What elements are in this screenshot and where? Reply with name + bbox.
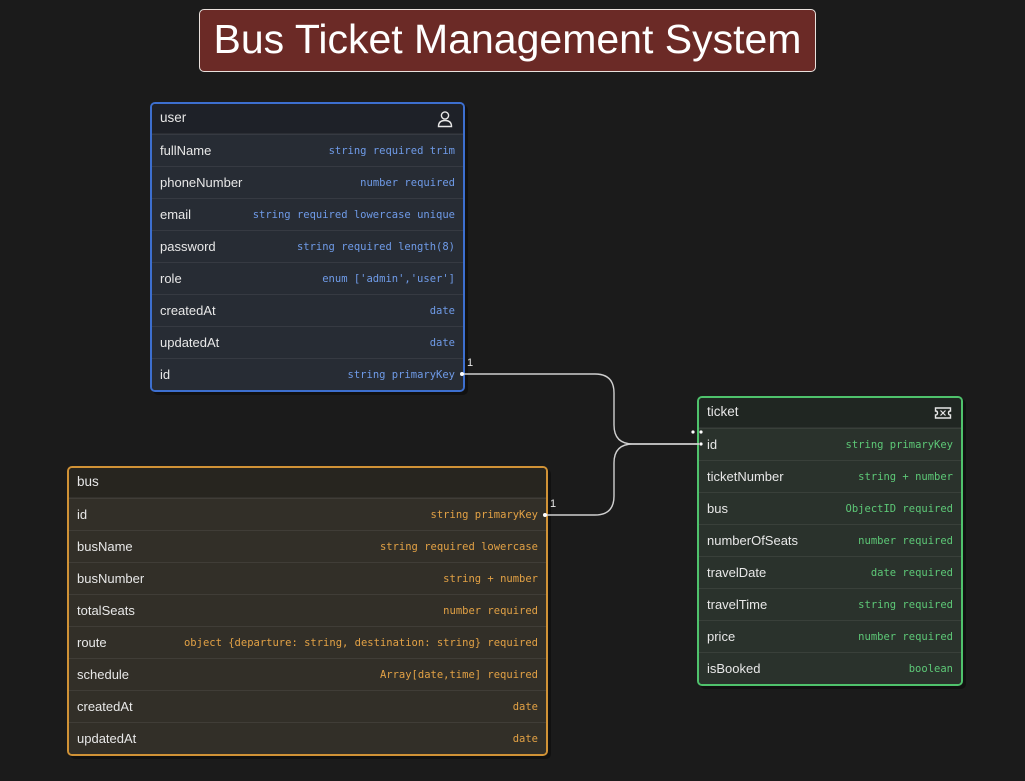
user-field-type: string required trim	[328, 144, 455, 157]
entity-user-header[interactable]: user	[152, 104, 463, 134]
relation-user-cardinality: 1	[467, 357, 474, 369]
bus-field-name: busNumber	[77, 571, 145, 586]
ticket-field-name: id	[707, 437, 718, 452]
user-field-type: enum ['admin','user']	[322, 272, 455, 285]
bus-field-type: object {departure: string, destination: …	[183, 636, 538, 649]
bus-field-type: string required lowercase	[379, 540, 538, 553]
user-field-name: password	[160, 239, 216, 254]
bus-field-name: busName	[77, 539, 133, 554]
user-field-type: string required lowercase unique	[252, 208, 455, 221]
ticket-field-row[interactable]: travelDate date required	[699, 556, 961, 588]
relation-ticket-endpoint-a	[691, 430, 695, 434]
relation-bus-cardinality: 1	[550, 498, 557, 510]
ticket-field-row[interactable]: bus ObjectID required	[699, 492, 961, 524]
ticket-field-row[interactable]: isBooked boolean	[699, 652, 961, 684]
user-field-name: fullName	[160, 143, 212, 158]
entity-ticket-header[interactable]: ticket	[699, 398, 961, 428]
user-field-type: date	[429, 304, 455, 317]
ticket-field-type: string primaryKey	[845, 438, 953, 451]
entity-ticket-name: ticket	[707, 404, 739, 419]
entity-ticket[interactable]: ticket id string primaryKey ticketNumber st…	[697, 396, 963, 686]
diagram-canvas: Bus Ticket Management System user fullNa…	[0, 0, 1025, 781]
ticket-field-type: string + number	[858, 470, 953, 483]
ticket-field-type: date required	[870, 566, 953, 579]
user-field-name: updatedAt	[160, 335, 220, 350]
bus-field-row[interactable]: updatedAt date	[69, 722, 546, 754]
entity-ticket-fields: id string primaryKey ticketNumber string + …	[699, 428, 961, 684]
relation-user-ticket-line	[462, 373, 699, 445]
ticket-field-type: string required	[858, 598, 953, 611]
entity-bus-name: bus	[77, 474, 99, 489]
entity-user-fields: fullName string required trim phoneNumber n…	[152, 134, 463, 390]
entity-bus-fields: id string primaryKey busName string require…	[69, 498, 546, 754]
user-field-row[interactable]: id string primaryKey	[152, 358, 463, 390]
relation-bus-ticket-line	[545, 443, 699, 516]
bus-field-row[interactable]: totalSeats number required	[69, 594, 546, 626]
user-field-name: phoneNumber	[160, 175, 243, 190]
user-field-type: number required	[360, 176, 455, 189]
bus-field-row[interactable]: busNumber string + number	[69, 562, 546, 594]
bus-field-row[interactable]: route object {departure: string, destinat…	[69, 626, 546, 658]
user-field-type: date	[429, 336, 455, 349]
bus-field-row[interactable]: createdAt date	[69, 690, 546, 722]
bus-field-name: route	[77, 635, 107, 650]
ticket-field-name: bus	[707, 501, 728, 516]
user-field-row[interactable]: updatedAt date	[152, 326, 463, 358]
user-field-type: string primaryKey	[347, 368, 455, 381]
ticket-field-row[interactable]: price number required	[699, 620, 961, 652]
user-field-row[interactable]: email string required lowercase unique	[152, 198, 463, 230]
user-field-row[interactable]: fullName string required trim	[152, 134, 463, 166]
diagram-title: Bus Ticket Management System	[199, 9, 816, 72]
ticket-field-row[interactable]: ticketNumber string + number	[699, 460, 961, 492]
bus-field-type: number required	[443, 604, 538, 617]
entity-bus-header[interactable]: bus	[69, 468, 546, 498]
bus-field-name: schedule	[77, 667, 130, 682]
bus-field-type: string + number	[443, 572, 538, 585]
user-field-name: email	[160, 207, 192, 222]
ticket-field-name: numberOfSeats	[707, 533, 799, 548]
bus-field-row[interactable]: busName string required lowercase	[69, 530, 546, 562]
ticket-field-type: number required	[858, 534, 953, 547]
bus-field-type: Array[date,time] required	[379, 668, 538, 681]
ticket-field-row[interactable]: numberOfSeats number required	[699, 524, 961, 556]
user-field-name: createdAt	[160, 303, 216, 318]
ticket-field-type: ObjectID required	[845, 502, 953, 515]
bus-field-type: string primaryKey	[430, 508, 538, 521]
ticket-field-name: price	[707, 629, 736, 644]
user-field-type: string required length(8)	[296, 240, 455, 253]
bus-field-row[interactable]: schedule Array[date,time] required	[69, 658, 546, 690]
ticket-field-name: travelDate	[707, 565, 767, 580]
ticket-field-row[interactable]: travelTime string required	[699, 588, 961, 620]
bus-field-name: totalSeats	[77, 603, 135, 618]
entity-bus[interactable]: bus id string primaryKey busName string req…	[67, 466, 548, 756]
bus-field-name: updatedAt	[77, 731, 137, 746]
user-field-row[interactable]: phoneNumber number required	[152, 166, 463, 198]
entity-user[interactable]: user fullName string required trim phoneNu…	[150, 102, 465, 392]
ticket-field-type: number required	[858, 630, 953, 643]
entity-user-name: user	[160, 110, 187, 125]
user-field-row[interactable]: password string required length(8)	[152, 230, 463, 262]
user-field-row[interactable]: role enum ['admin','user']	[152, 262, 463, 294]
ticket-field-type: boolean	[908, 662, 953, 675]
bus-field-type: date	[512, 732, 538, 745]
user-field-row[interactable]: createdAt date	[152, 294, 463, 326]
ticket-field-name: isBooked	[707, 661, 761, 676]
bus-field-type: date	[512, 700, 538, 713]
user-field-name: role	[160, 271, 182, 286]
bus-field-name: createdAt	[77, 699, 133, 714]
bus-field-name: id	[77, 507, 88, 522]
ticket-field-name: travelTime	[707, 597, 768, 612]
user-field-name: id	[160, 367, 171, 382]
user-icon	[437, 111, 453, 128]
bus-field-row[interactable]: id string primaryKey	[69, 498, 546, 530]
ticket-field-name: ticketNumber	[707, 469, 784, 484]
ticket-icon	[934, 407, 952, 419]
ticket-field-row[interactable]: id string primaryKey	[699, 428, 961, 460]
